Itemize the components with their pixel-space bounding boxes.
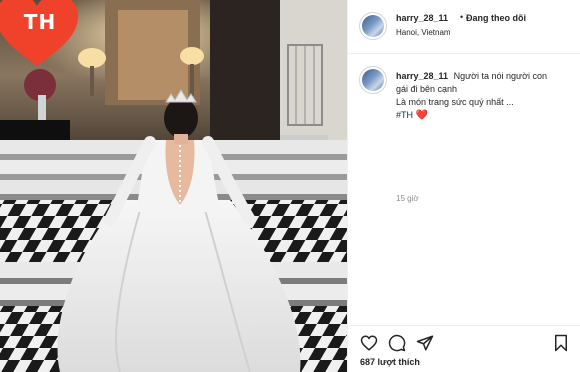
comment-bubble-icon[interactable]	[388, 334, 406, 352]
badge-text: TH	[23, 10, 57, 34]
red-heart-icon: ❤️	[415, 110, 428, 121]
post-photo[interactable]: TH	[0, 0, 347, 372]
action-bar: 687 lượt thích	[348, 325, 580, 372]
hashtag-link[interactable]: #TH	[396, 110, 413, 120]
post-header: harry_28_11 • Đang theo dõi Hanoi, Vietn…	[348, 0, 580, 54]
username-link[interactable]: harry_28_11	[396, 13, 448, 23]
heart-outline-icon[interactable]	[360, 334, 378, 352]
caption-username-link[interactable]: harry_28_11	[396, 71, 448, 81]
post-side-panel: harry_28_11 • Đang theo dõi Hanoi, Vietn…	[347, 0, 580, 372]
th-heart-badge: TH	[0, 0, 80, 68]
avatar[interactable]	[359, 12, 387, 40]
location-link[interactable]: Hanoi, Vietnam	[396, 28, 451, 37]
caption-line-1: Người ta nói người con	[453, 71, 547, 81]
likes-count[interactable]: 687 lượt thích	[360, 357, 420, 367]
bookmark-icon[interactable]	[552, 334, 570, 352]
timestamp[interactable]: 15 giờ	[396, 194, 419, 203]
instagram-post: TH harry_28_11 • Đang theo dõi Hanoi, Vi…	[0, 0, 580, 372]
caption-line-2: gái đi bên cạnh	[396, 84, 458, 94]
caption-text: harry_28_11 Người ta nói người con gái đ…	[396, 70, 576, 122]
caption-line-3: Là món trang sức quý nhất ...	[396, 97, 514, 107]
following-button[interactable]: Đang theo dõi	[466, 13, 526, 23]
separator-dot: •	[460, 12, 464, 22]
paper-plane-icon[interactable]	[416, 334, 434, 352]
caption-avatar[interactable]	[359, 66, 387, 94]
